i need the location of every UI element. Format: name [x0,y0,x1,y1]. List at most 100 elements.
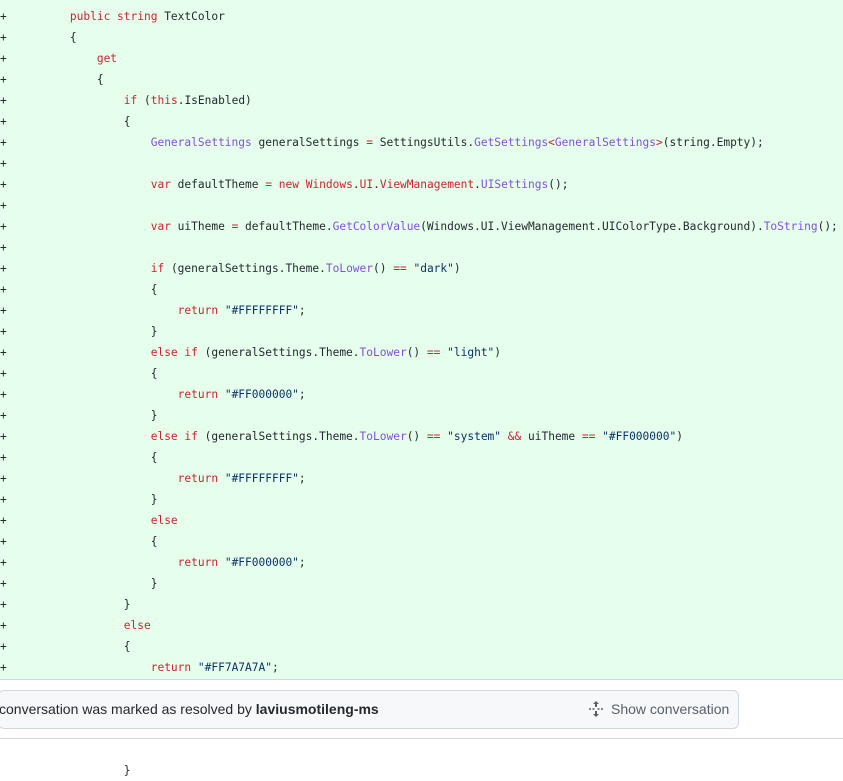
diff-line-added: + { [0,279,843,300]
code-text: GeneralSettings generalSettings = Settin… [150,136,764,149]
diff-line-added: + var uiTheme = defaultTheme.GetColorVal… [0,216,843,237]
code-text: { [16,640,131,653]
code-text: { [16,115,131,128]
diff-line-added: + else [0,615,843,636]
diff-line-added: + { [0,69,843,90]
code-text: var uiTheme = defaultTheme.GetColorValue… [150,220,838,233]
diff-line-added: + var defaultTheme = new Windows.UI.View… [0,174,843,195]
diff-added-marker: + [0,661,7,674]
diff-added-marker: + [0,472,7,485]
diff-line-added: + [0,195,843,216]
diff-added-marker: + [0,388,7,401]
diff-line-added: + else [0,510,843,531]
code-text: { [16,73,104,86]
code-text: return "#FFFFFFFF"; [177,472,306,485]
diff-added-marker: + [0,304,7,317]
code-text: } [16,577,158,590]
code-text: return "#FFFFFFFF"; [177,304,306,317]
code-text: return "#FF000000"; [177,388,306,401]
code-text: else [150,514,178,527]
diff-line-added: + return "#FF7A7A7A"; [0,657,843,678]
show-conversation-label: Show conversation [611,701,730,717]
diff-added-marker: + [0,73,7,86]
diff-added-marker: + [0,31,7,44]
diff-added-marker: + [0,10,7,23]
code-text: else if (generalSettings.Theme.ToLower()… [150,430,683,443]
diff-line-added: + } [0,594,843,615]
diff-added-marker: + [0,94,7,107]
diff-line-added: + get [0,48,843,69]
diff-line-added: + } [0,405,843,426]
code-text: return "#FF000000"; [177,556,306,569]
diff-line-added: + } [0,573,843,594]
diff-line-added: + { [0,447,843,468]
code-text: if (this.IsEnabled) [123,94,252,107]
code-text: { [16,367,158,380]
diff-line-added: + return "#FF000000"; [0,552,843,573]
code-text: return "#FF7A7A7A"; [150,661,279,674]
diff-added-marker: + [0,535,7,548]
code-text: get [96,52,118,65]
diff-added-block: + public string TextColor + {+ get + {+ if… [0,0,843,679]
diff-line-added: + { [0,27,843,48]
diff-added-marker: + [0,325,7,338]
diff-added-marker: + [0,157,7,170]
code-text: { [16,283,158,296]
diff-added-marker: + [0,556,7,569]
code-text: } [16,325,158,338]
diff-added-marker: + [0,178,7,191]
code-text: else [123,619,151,632]
diff-line-added: + if (this.IsEnabled) [0,90,843,111]
diff-line-added: + if (generalSettings.Theme.ToLower() ==… [0,258,843,279]
resolved-by-user[interactable]: laviusmotileng-ms [256,701,379,717]
diff-line-added: + public string TextColor [0,6,843,27]
diff-added-marker: + [0,514,7,527]
diff-line-added: + { [0,111,843,132]
code-text: } [16,764,131,777]
code-text: var defaultTheme = new Windows.UI.ViewMa… [150,178,569,191]
diff-added-marker: + [0,262,7,275]
diff-added-marker: + [0,283,7,296]
diff-line-added: + return "#FF000000"; [0,384,843,405]
code-text: { [16,451,158,464]
diff-added-marker: + [0,409,7,422]
code-line: } [0,739,843,777]
diff-added-marker: + [0,451,7,464]
diff-line-added: + return "#FFFFFFFF"; [0,300,843,321]
diff-added-marker: + [0,199,7,212]
code-text: { [16,31,77,44]
code-text: } [16,598,131,611]
diff-added-marker: + [0,346,7,359]
code-text: public string TextColor [69,10,225,23]
diff-added-marker: + [0,241,7,254]
diff-added-marker: + [0,577,7,590]
diff-added-marker: + [0,52,7,65]
diff-line-added: + else if (generalSettings.Theme.ToLower… [0,426,843,447]
resolved-message-text: conversation was marked as resolved by [0,701,256,717]
diff-added-marker: + [0,640,7,653]
diff-line-added: + } [0,489,843,510]
unfold-icon [589,701,603,718]
diff-line-added: + { [0,531,843,552]
diff-added-marker: + [0,115,7,128]
diff-line-added: + else if (generalSettings.Theme.ToLower… [0,342,843,363]
code-text: if (generalSettings.Theme.ToLower() == "… [150,262,461,275]
diff-added-marker: + [0,430,7,443]
code-text: else if (generalSettings.Theme.ToLower()… [150,346,502,359]
resolved-conversation-bar: conversation was marked as resolved by l… [0,690,739,729]
diff-added-marker: + [0,598,7,611]
diff-added-marker: + [0,367,7,380]
code-text: { [16,535,158,548]
diff-added-marker: + [0,220,7,233]
diff-line-added: + { [0,636,843,657]
diff-line-added: + [0,153,843,174]
code-text: } [16,493,158,506]
diff-added-marker: + [0,493,7,506]
code-text: } [16,409,158,422]
diff-line-added: + } [0,321,843,342]
diff-added-marker: + [0,619,7,632]
diff-line-added: + return "#FFFFFFFF"; [0,468,843,489]
diff-added-marker: + [0,136,7,149]
show-conversation-button[interactable]: Show conversation [588,691,729,728]
diff-line-added: + { [0,363,843,384]
